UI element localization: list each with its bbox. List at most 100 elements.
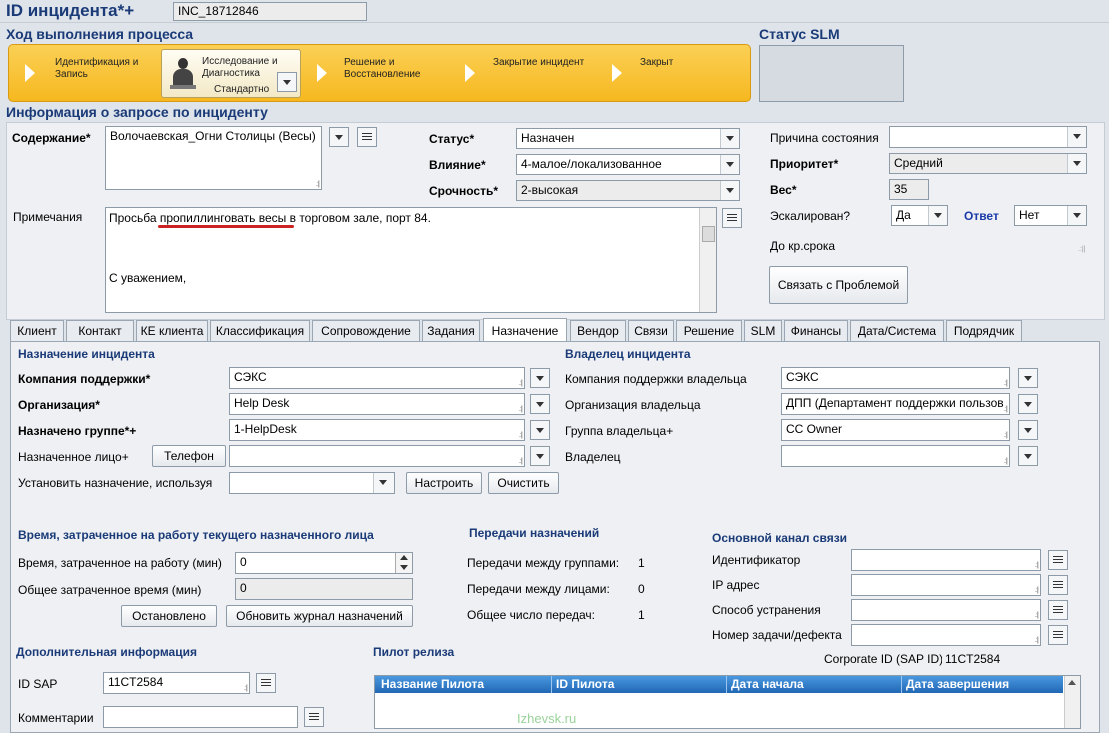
owner-title: Владелец инцидента [565, 347, 691, 361]
pilot-col-end[interactable]: Дата завершения [906, 677, 1009, 691]
pilot-col-start[interactable]: Дата начала [731, 677, 804, 691]
tab-client[interactable]: Клиент [10, 320, 64, 342]
phone-button[interactable]: Телефон [152, 445, 226, 467]
tab-links[interactable]: Связи [628, 320, 674, 342]
fix-method-label: Способ устранения [712, 603, 821, 617]
clear-button[interactable]: Очистить [488, 472, 559, 494]
support-company-field[interactable]: СЭКС .:|| [229, 367, 525, 389]
ip-details-icon[interactable] [1048, 575, 1068, 595]
fix-method-field[interactable]: .:|| [851, 599, 1041, 621]
step-closed[interactable]: Закрыт [640, 57, 673, 69]
assigned-person-field[interactable]: .:|| [229, 445, 525, 467]
tab-classification[interactable]: Классификация [210, 320, 310, 342]
configure-button[interactable]: Настроить [406, 472, 482, 494]
watermark: Izhevsk.ru [517, 711, 577, 726]
stopped-button[interactable]: Остановлено [121, 605, 217, 627]
work-time-label: Время, затраченное на работу (мин) [18, 556, 222, 570]
comments-details-icon[interactable] [304, 707, 324, 727]
pilot-col-name[interactable]: Название Пилота [381, 677, 484, 691]
tab-ke-client[interactable]: КЕ клиента [136, 320, 208, 342]
urgency-select[interactable]: 2-высокая [516, 180, 740, 201]
sap-id-details-icon[interactable] [256, 673, 276, 693]
content-dropdown[interactable] [329, 127, 349, 147]
owner-org-dropdown[interactable] [1018, 394, 1038, 414]
sap-id-field[interactable]: 11CT2584 .:|| [103, 672, 250, 694]
set-using-select[interactable] [229, 472, 395, 494]
identifier-details-icon[interactable] [1048, 550, 1068, 570]
step-identification[interactable]: Идентификация и Запись [55, 57, 138, 81]
comments-field[interactable] [103, 706, 298, 728]
pilot-col-id[interactable]: ID Пилота [556, 677, 614, 691]
refresh-log-button[interactable]: Обновить журнал назначений [226, 605, 413, 627]
deadline-grip: .:|| [1078, 246, 1086, 253]
corporate-id-label: Corporate ID (SAP ID) [824, 652, 942, 666]
pilot-table-scrollbar[interactable] [1064, 676, 1080, 728]
owner-field[interactable]: .:|| [781, 445, 1010, 467]
owner-group-dropdown[interactable] [1018, 420, 1038, 440]
tab-contractor[interactable]: Подрядчик [946, 320, 1022, 342]
notes-scrollbar[interactable] [699, 208, 716, 312]
status-select[interactable]: Назначен [516, 128, 740, 149]
step-5-chevron-icon [612, 64, 622, 82]
step-investigation-box[interactable]: Исследование и Диагностика Стандартно [161, 49, 301, 98]
task-number-label: Номер задачи/дефекта [712, 628, 842, 642]
ip-label: IP адрес [712, 578, 760, 592]
work-time-field[interactable]: 0 [235, 552, 413, 574]
tab-tasks[interactable]: Задания [422, 320, 480, 342]
person-transfers-value: 0 [638, 582, 645, 596]
notes-textarea[interactable]: Просьба пропиллинговать весы в торговом … [105, 207, 717, 313]
step-resolution[interactable]: Решение и Восстановление [344, 57, 421, 81]
answer-select[interactable]: Нет [1014, 205, 1087, 226]
priority-select[interactable]: Средний [889, 153, 1087, 174]
reason-label: Причина состояния [770, 131, 879, 145]
tab-slm[interactable]: SLM [744, 320, 782, 342]
header-divider [0, 22, 1109, 23]
owner-dropdown[interactable] [1018, 446, 1038, 466]
owner-group-field[interactable]: CC Owner .:|| [781, 419, 1010, 441]
notes-label: Примечания [13, 210, 83, 224]
owner-company-field[interactable]: СЭКС .:|| [781, 367, 1010, 389]
tab-resolution[interactable]: Решение [676, 320, 742, 342]
sap-id-label: ID SAP [18, 677, 58, 691]
reason-select[interactable] [889, 126, 1087, 148]
tab-date-system[interactable]: Дата/Система [850, 320, 944, 342]
assigned-group-field[interactable]: 1-HelpDesk .:|| [229, 419, 525, 441]
task-number-details-icon[interactable] [1048, 625, 1068, 645]
content-textarea[interactable]: Волочаевская_Огни Столицы (Весы) .:|| [105, 126, 322, 190]
step-investigation-dropdown[interactable] [277, 72, 297, 92]
pilot-col-divider [901, 676, 902, 693]
impact-select[interactable]: 4-малое/локализованное [516, 154, 740, 175]
notes-line-2: С уважением, [109, 271, 187, 285]
assigned-group-dropdown[interactable] [530, 420, 550, 440]
step-closing[interactable]: Закрытие инцидент [493, 57, 584, 69]
work-time-spinner[interactable] [395, 553, 412, 573]
reason-select-arrow[interactable] [1067, 127, 1086, 147]
step-3-chevron-icon [317, 64, 327, 82]
fix-method-details-icon[interactable] [1048, 600, 1068, 620]
support-company-dropdown[interactable] [530, 368, 550, 388]
ip-field[interactable]: .:|| [851, 574, 1041, 596]
process-bar: Идентификация и Запись Исследование и Диаг… [8, 44, 751, 102]
person-icon [168, 56, 198, 92]
tab-vendor[interactable]: Вендор [570, 320, 626, 342]
person-transfers-label: Передачи между лицами: [467, 582, 610, 596]
tab-contact[interactable]: Контакт [66, 320, 134, 342]
organization-dropdown[interactable] [530, 394, 550, 414]
organization-field[interactable]: Help Desk .:|| [229, 393, 525, 415]
content-details-icon[interactable] [357, 127, 377, 147]
tab-finance[interactable]: Финансы [784, 320, 848, 342]
notes-details-icon[interactable] [722, 208, 742, 228]
identifier-field[interactable]: .:|| [851, 549, 1041, 571]
task-number-field[interactable]: .:|| [851, 624, 1041, 646]
urgency-label: Срочность* [429, 184, 499, 198]
owner-label: Владелец [565, 450, 621, 464]
link-problem-button[interactable]: Связать с Проблемой [769, 266, 908, 304]
total-transfers-value: 1 [638, 608, 645, 622]
tab-support[interactable]: Сопровождение [312, 320, 420, 342]
notes-line-1: Просьба пропиллинговать весы в торговом … [109, 211, 431, 225]
tab-assignment[interactable]: Назначение [483, 318, 567, 342]
assigned-person-dropdown[interactable] [530, 446, 550, 466]
owner-org-field[interactable]: ДПП (Департамент поддержки пользов .:|| [781, 393, 1010, 415]
escalated-select[interactable]: Да [891, 205, 948, 226]
owner-company-dropdown[interactable] [1018, 368, 1038, 388]
